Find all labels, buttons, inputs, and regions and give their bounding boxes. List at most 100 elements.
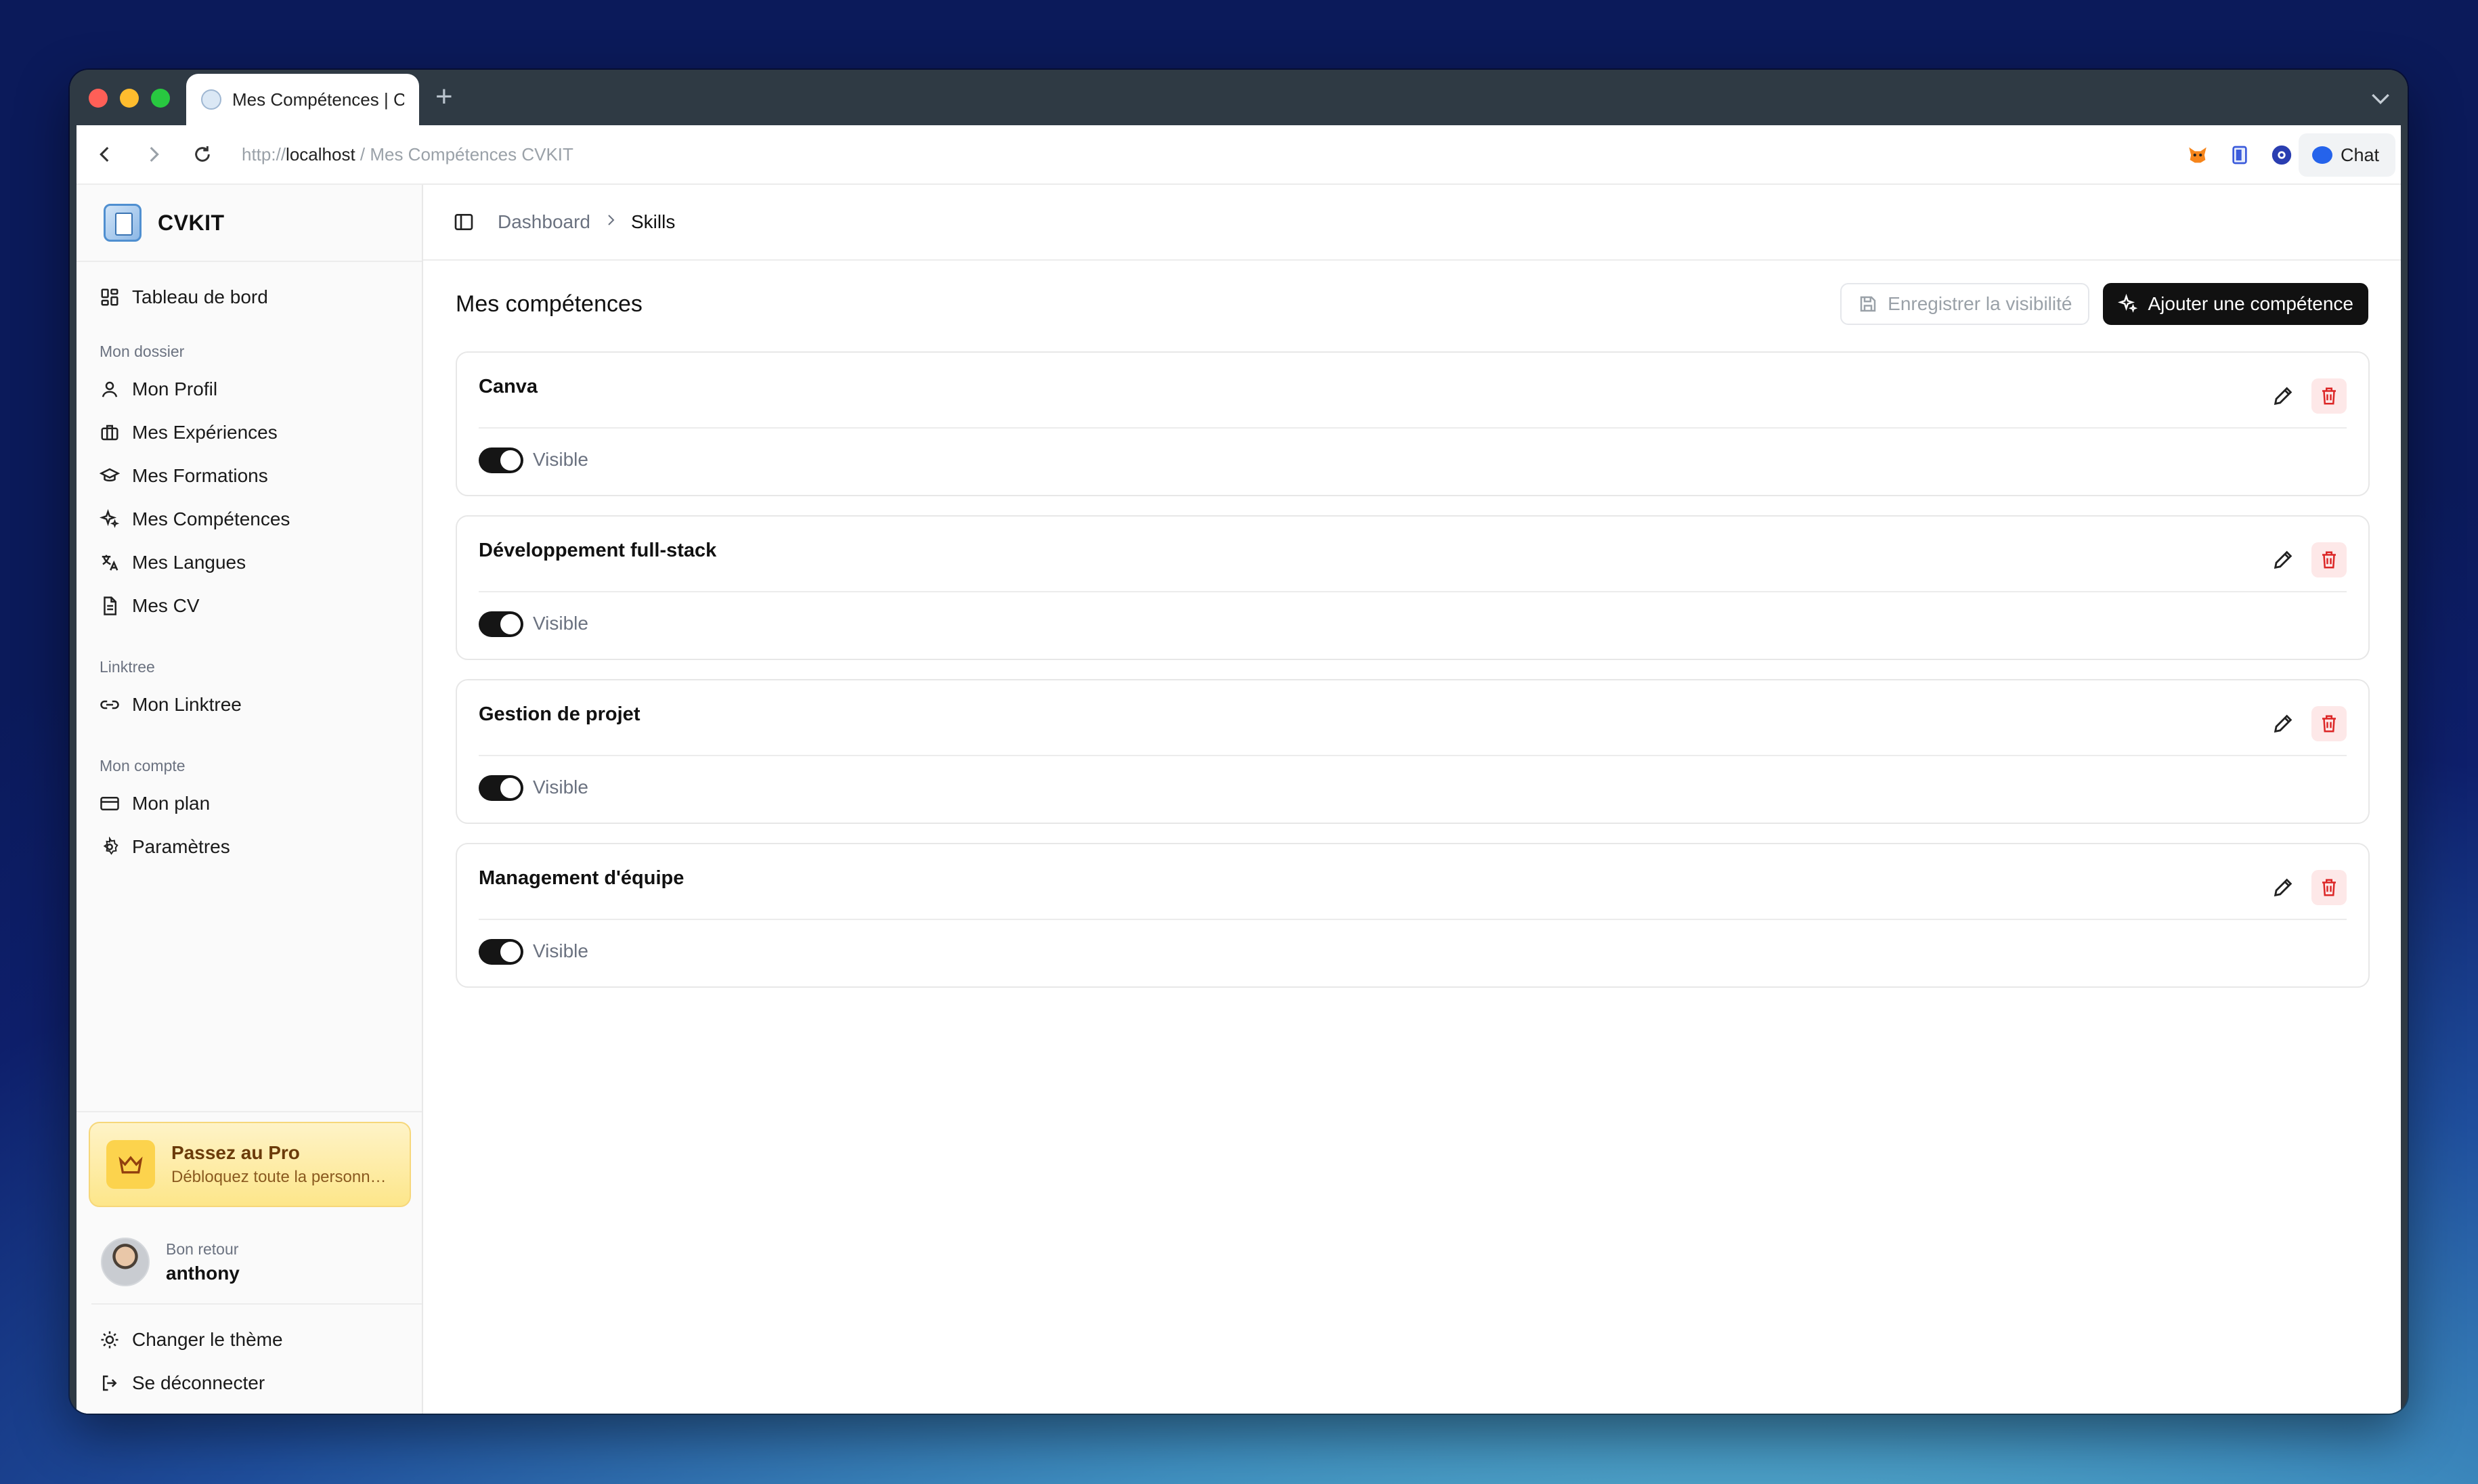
back-icon[interactable] (89, 138, 121, 171)
sidebar-item-profile[interactable]: Mon Profil (91, 368, 407, 411)
translate-icon (102, 554, 118, 571)
sidebar-item-label: Mes Expériences (132, 422, 278, 443)
chevron-right-icon (603, 212, 619, 233)
section-label-compte: Mon compte (100, 757, 186, 774)
visibility-toggle[interactable] (479, 448, 523, 473)
visibility-label: Visible (533, 777, 588, 798)
sidebar: CVKIT Tableau de bord Mon dossier Mon Pr… (77, 185, 423, 1414)
skill-name: Développement full-stack (479, 540, 717, 561)
url-path: / Mes Compétences CVKIT (355, 144, 573, 165)
skill-name: Management d'équipe (479, 867, 684, 889)
promo-subtitle: Débloquez toute la personna… (171, 1168, 395, 1186)
breadcrumb-dashboard[interactable]: Dashboard (498, 211, 590, 233)
eye-extension-icon[interactable] (2268, 141, 2295, 169)
user-greeting: Bon retour (166, 1240, 239, 1258)
skill-card: Développement full-stack Visible (456, 515, 2370, 660)
file-text-icon (104, 596, 116, 615)
link-icon (100, 700, 119, 710)
reload-icon[interactable] (186, 138, 219, 171)
section-label-dossier: Mon dossier (100, 343, 185, 360)
user-name: anthony (166, 1262, 240, 1284)
change-theme-button[interactable]: Changer le thème (91, 1318, 407, 1361)
app-area: CVKIT Tableau de bord Mon dossier Mon Pr… (77, 185, 2401, 1414)
url-host: localhost (286, 144, 355, 165)
visibility-toggle[interactable] (479, 611, 523, 637)
logout-label: Se déconnecter (132, 1372, 265, 1393)
edit-icon[interactable] (2265, 706, 2301, 741)
skill-card: Management d'équipe Visible (456, 843, 2370, 988)
trash-icon[interactable] (2311, 542, 2347, 577)
edit-icon[interactable] (2265, 378, 2301, 414)
sidebar-item-label: Mes Compétences (132, 508, 290, 529)
save-visibility-button[interactable]: Enregistrer la visibilité (1840, 283, 2090, 325)
sidebar-toggle-icon[interactable] (453, 211, 475, 233)
logout-icon (103, 1375, 117, 1391)
sidebar-item-settings[interactable]: Paramètres (91, 825, 407, 869)
graduation-cap-icon (100, 468, 120, 482)
main-content: Dashboard Skills Mes compétences Enregis… (423, 185, 2401, 1414)
page-title: Mes compétences (456, 290, 643, 317)
sidebar-nav: Tableau de bord Mon dossier Mon Profil M… (77, 262, 422, 869)
credit-card-icon (100, 797, 119, 810)
sidebar-item-linktree[interactable]: Mon Linktree (91, 683, 407, 726)
sidebar-item-label: Mes CV (132, 595, 200, 616)
sun-icon (101, 1331, 118, 1349)
sidebar-item-label: Mon Linktree (132, 694, 242, 715)
avatar (101, 1238, 150, 1286)
user-profile[interactable]: Bon retour anthony (91, 1221, 422, 1305)
url-field[interactable]: http://localhost / Mes Compétences CVKIT (242, 144, 573, 165)
chevron-down-icon[interactable] (2367, 85, 2394, 112)
sparkles-icon (2118, 294, 2138, 313)
chat-button[interactable]: Chat (2298, 133, 2395, 177)
trash-icon[interactable] (2311, 378, 2347, 414)
forward-icon[interactable] (137, 138, 170, 171)
sidebar-divider (77, 1111, 422, 1112)
sidebar-item-plan[interactable]: Mon plan (91, 782, 407, 825)
skill-name: Canva (479, 376, 538, 397)
sidebar-item-skills[interactable]: Mes Compétences (91, 498, 407, 541)
sidebar-item-languages[interactable]: Mes Langues (91, 541, 407, 584)
visibility-toggle[interactable] (479, 939, 523, 965)
sidebar-item-experiences[interactable]: Mes Expériences (91, 411, 407, 454)
favicon-icon (201, 89, 221, 110)
address-bar: http://localhost / Mes Compétences CVKIT… (77, 125, 2401, 185)
document-extension-icon[interactable] (2226, 141, 2253, 169)
gear-icon (103, 837, 118, 855)
sidebar-item-label: Paramètres (132, 836, 230, 857)
sparkles-icon (100, 509, 120, 528)
upgrade-pro-card[interactable]: Passez au Pro Débloquez toute la personn… (89, 1122, 411, 1207)
zoom-window-button[interactable] (151, 89, 170, 108)
visibility-label: Visible (533, 449, 588, 470)
trash-icon[interactable] (2311, 706, 2347, 741)
save-icon (1860, 296, 1876, 312)
skills-list: Canva Visible Développement full-stack V… (456, 351, 2370, 1007)
logout-button[interactable]: Se déconnecter (91, 1361, 407, 1405)
sidebar-item-dashboard[interactable]: Tableau de bord (91, 276, 407, 319)
trash-icon[interactable] (2311, 870, 2347, 905)
section-label-linktree: Linktree (100, 658, 155, 676)
page-header: Mes compétences Enregistrer la visibilit… (456, 282, 2368, 326)
edit-icon[interactable] (2265, 542, 2301, 577)
url-scheme: http:// (242, 144, 286, 165)
sidebar-item-formations[interactable]: Mes Formations (91, 454, 407, 498)
add-skill-button[interactable]: Ajouter une compétence (2103, 283, 2368, 325)
visibility-toggle[interactable] (479, 775, 523, 801)
visibility-label: Visible (533, 940, 588, 961)
fox-extension-icon[interactable] (2184, 141, 2211, 169)
edit-icon[interactable] (2265, 870, 2301, 905)
add-skill-label: Ajouter une compétence (2148, 293, 2353, 314)
logo-icon (104, 204, 142, 242)
sidebar-item-label: Mon plan (132, 793, 211, 814)
close-window-button[interactable] (89, 89, 108, 108)
chat-bubble-icon (2311, 146, 2332, 164)
browser-tab[interactable]: Mes Compétences | C\ (186, 74, 419, 125)
visibility-label: Visible (533, 613, 588, 634)
sidebar-footer: Changer le thème Se déconnecter (91, 1318, 407, 1405)
browser-window: Mes Compétences | C\ + http://localhost … (70, 70, 2408, 1414)
minimize-window-button[interactable] (120, 89, 139, 108)
sidebar-item-cv[interactable]: Mes CV (91, 584, 407, 628)
new-tab-button[interactable]: + (435, 81, 453, 113)
skill-card: Gestion de projet Visible (456, 679, 2370, 824)
brand[interactable]: CVKIT (77, 185, 422, 262)
skill-card: Canva Visible (456, 351, 2370, 496)
